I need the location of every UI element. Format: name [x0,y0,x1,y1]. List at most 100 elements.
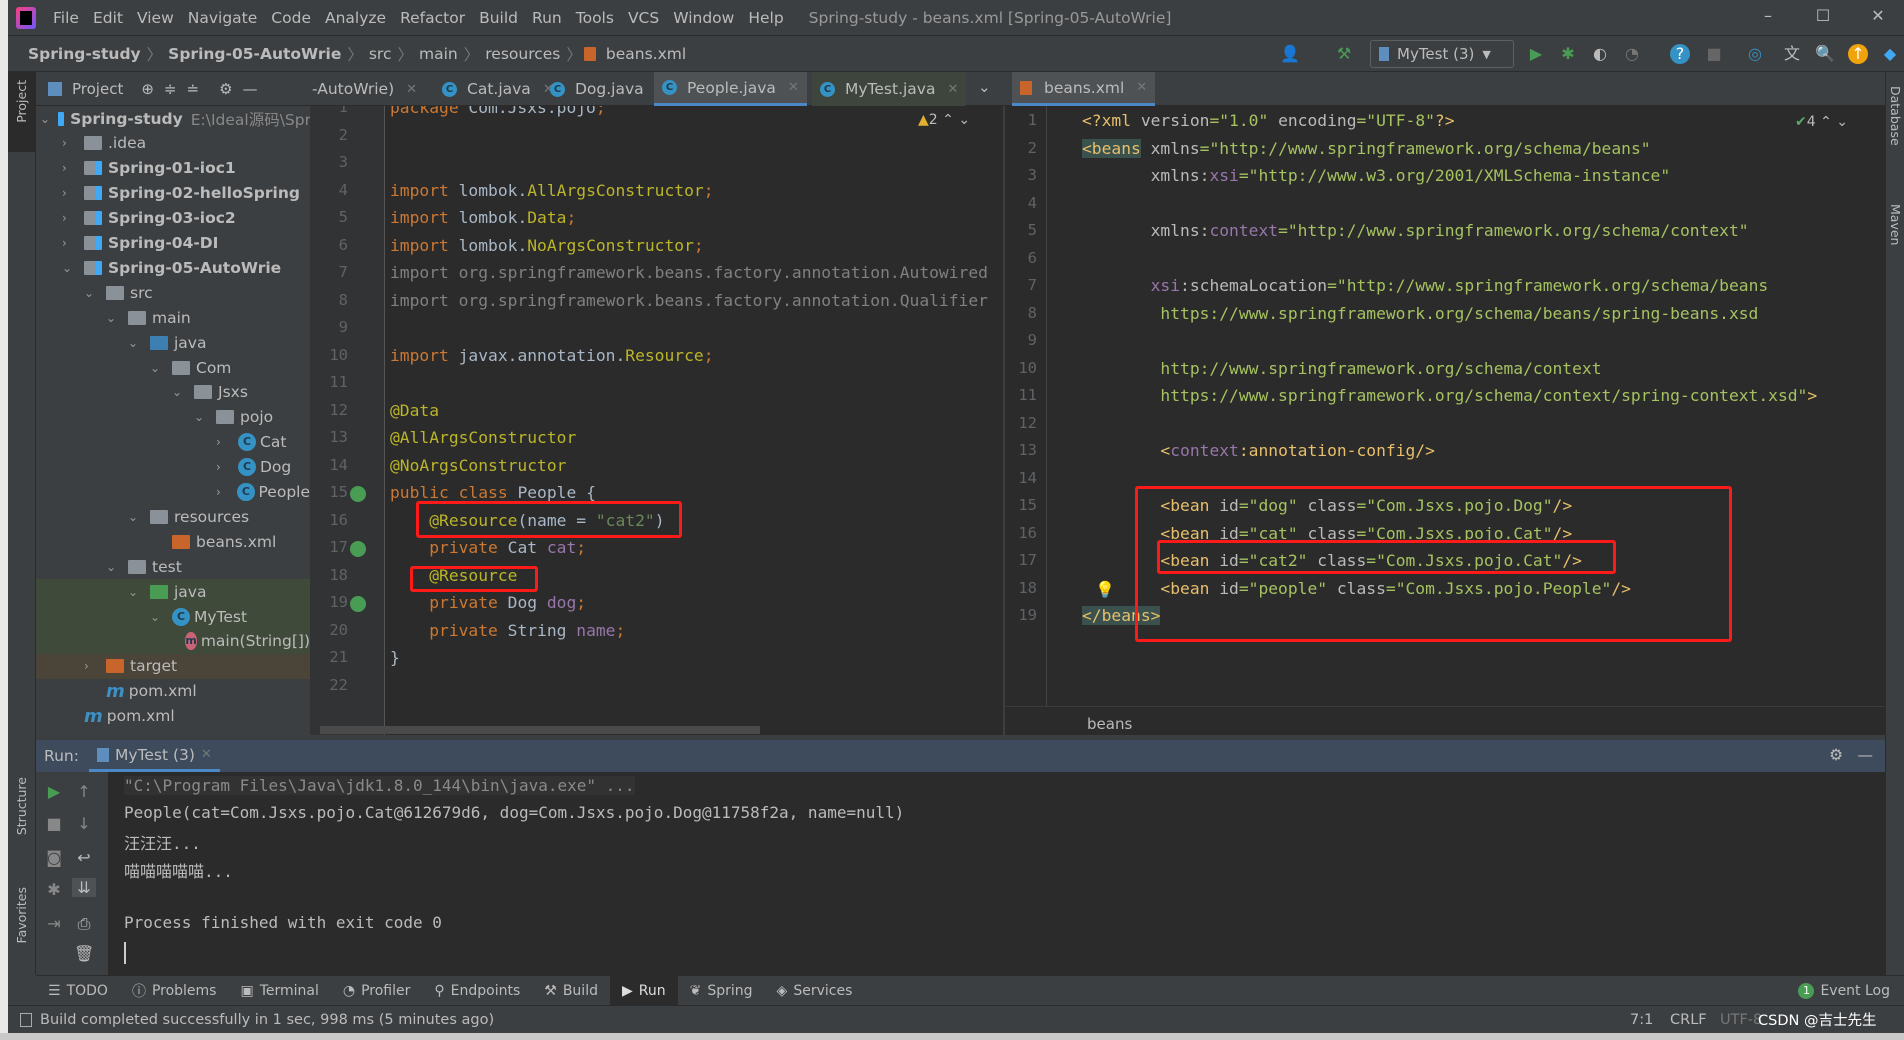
run-tab-mytest[interactable]: MyTest (3) ✕ [88,740,220,772]
hide-icon[interactable]: — [1858,746,1874,764]
tree-item[interactable]: ⌄ Jsxs [36,380,310,405]
chevron-down-icon[interactable]: ⌄ [84,286,98,300]
tab-overflow-chevron-icon[interactable]: ⌄ [978,78,991,96]
debug-icon[interactable]: ✱ [44,880,64,899]
chevron-right-icon[interactable]: › [216,485,229,499]
tab-mytest-java[interactable]: C MyTest.java ✕ [812,72,967,106]
menu-code[interactable]: Code [264,9,318,27]
breadcrumb-item[interactable]: resources [481,45,564,63]
expand-all-icon[interactable]: ≑ [164,80,177,98]
breadcrumb-item[interactable]: Spring-05-AutoWrie [164,45,345,63]
profile-icon[interactable]: ◔ [1622,44,1642,64]
chevron-down-icon[interactable]: ⌄ [128,510,142,524]
gear-icon[interactable]: ⚙ [219,80,232,98]
close-tab-icon[interactable]: ✕ [201,747,212,762]
project-view-select[interactable]: Project [72,80,123,98]
maven-tool-label[interactable]: Maven [1888,204,1903,245]
autowire-icon[interactable] [350,541,366,557]
menu-file[interactable]: File [46,9,86,27]
breadcrumb-item[interactable]: src [365,45,396,63]
rerun-icon[interactable]: ▶ [44,782,64,801]
chevron-down-icon[interactable]: ⌄ [62,261,76,275]
tree-item[interactable]: ⌄ java [36,330,310,355]
breadcrumb-item[interactable]: beans.xml [602,45,690,63]
tree-item[interactable]: beans.xml [36,529,310,554]
stop-icon[interactable]: ■ [44,814,64,833]
close-tab-icon[interactable]: ✕ [788,80,799,95]
chevron-right-icon[interactable]: › [62,161,76,175]
menu-view[interactable]: View [130,9,181,27]
tab-people-java[interactable]: C People.java ✕ [654,72,807,106]
status-message[interactable]: Build completed successfully in 1 sec, 9… [40,1012,494,1028]
structure-tool-label[interactable]: Structure [14,777,29,835]
tool-run[interactable]: ▶ Run [609,975,678,1006]
upload-icon[interactable]: ↑ [1848,44,1868,64]
up-arrow-icon[interactable]: ↑ [74,782,94,801]
help-icon[interactable]: ? [1670,44,1690,64]
debug-icon[interactable]: ✱ [1558,44,1578,64]
chevron-down-icon[interactable]: ⌄ [194,410,208,424]
favorites-tool-label[interactable]: Favorites [14,887,29,943]
locate-icon[interactable]: ⊕ [141,80,154,98]
plugin-icon[interactable]: ◆ [1880,44,1900,64]
chevron-down-icon[interactable]: ⌄ [128,585,142,599]
line-separator[interactable]: CRLF [1670,1012,1707,1028]
tool-build[interactable]: ⚒ Build [532,976,610,1006]
menu-analyze[interactable]: Analyze [318,9,393,27]
menu-run[interactable]: Run [525,9,569,27]
chevron-down-icon[interactable]: ⌄ [172,385,186,399]
chevron-down-icon[interactable]: ⌄ [150,610,164,624]
stop-icon[interactable]: ■ [1704,44,1724,64]
chevron-down-icon[interactable]: ⌄ [150,361,164,375]
close-button[interactable]: ✕ [1858,6,1898,25]
chevron-right-icon[interactable]: › [62,186,76,200]
lightbulb-icon[interactable]: 💡 [1095,580,1115,599]
warnings-indicator[interactable]: ▲2 ⌃ ⌄ [918,112,970,128]
user-icon[interactable]: 👤 [1280,44,1300,64]
tree-item[interactable]: m main(String[]) [36,628,310,654]
tree-item[interactable]: › Spring-01-ioc1 [36,156,310,181]
chevron-down-icon[interactable]: ⌄ [40,112,50,126]
tool-problems[interactable]: ⓘ Problems [120,976,229,1006]
java-editor[interactable]: 1 package Com.Jsxs.pojo; 2 3 4 import lombok.… [310,106,1003,735]
translate-icon[interactable]: 文 [1782,44,1802,64]
menu-navigate[interactable]: Navigate [181,9,265,27]
tree-item[interactable]: ⌄ main [36,305,310,330]
tool-spring[interactable]: ❦ Spring [678,976,765,1006]
chevron-down-icon[interactable]: ⌄ [128,336,142,350]
bean-icon[interactable] [350,486,366,502]
console-output[interactable]: "C:\Program Files\Java\jdk1.8.0_144\bin\… [108,772,1885,975]
tool-terminal[interactable]: ▣ Terminal [228,976,330,1006]
tree-item[interactable]: ⌄ test [36,554,310,579]
tree-item[interactable]: › .idea [36,131,310,156]
menu-vcs[interactable]: VCS [621,9,666,27]
coverage-icon[interactable]: ◐ [1590,44,1610,64]
project-tool-button[interactable]: Project [8,72,36,152]
tree-item[interactable]: › Spring-02-helloSpring [36,181,310,206]
tree-item[interactable]: ⌄ resources [36,504,310,529]
maximize-button[interactable]: ☐ [1803,6,1843,25]
menu-build[interactable]: Build [472,9,525,27]
tab-beans-xml[interactable]: beans.xml ✕ [1012,72,1156,106]
chevron-right-icon[interactable]: › [62,211,76,225]
soft-wrap-icon[interactable]: ↩ [74,848,94,867]
chevron-down-icon[interactable]: ⌄ [106,560,120,574]
build-hammer-icon[interactable]: ⚒ [1334,44,1354,64]
tree-item[interactable]: ⌄ Spring-study E:\Ideal源码\Spr [36,106,310,131]
tree-item[interactable]: ⌄ Spring-05-AutoWrie [36,255,310,280]
close-tab-icon[interactable]: ✕ [406,82,417,97]
close-tab-icon[interactable]: ✕ [947,82,958,97]
collapse-all-icon[interactable]: ≐ [186,80,199,98]
database-tool-label[interactable]: Database [1888,86,1903,146]
run-icon[interactable]: ▶ [1526,44,1546,64]
tool-endpoints[interactable]: ⚲ Endpoints [422,976,532,1006]
xml-editor[interactable]: 1 <?xml version="1.0" encoding="UTF-8"?> 2… [1005,106,1885,706]
tree-item[interactable]: › Spring-03-ioc2 [36,206,310,231]
update-icon[interactable]: ◎ [1745,44,1765,64]
status-toggle-icon[interactable] [20,1012,32,1027]
breadcrumb-item[interactable]: Spring-study [24,45,145,63]
chevron-right-icon[interactable]: › [216,460,230,474]
menu-edit[interactable]: Edit [86,9,130,27]
tool-profiler[interactable]: ◔ Profiler [331,976,423,1006]
hide-icon[interactable]: — [243,80,258,98]
